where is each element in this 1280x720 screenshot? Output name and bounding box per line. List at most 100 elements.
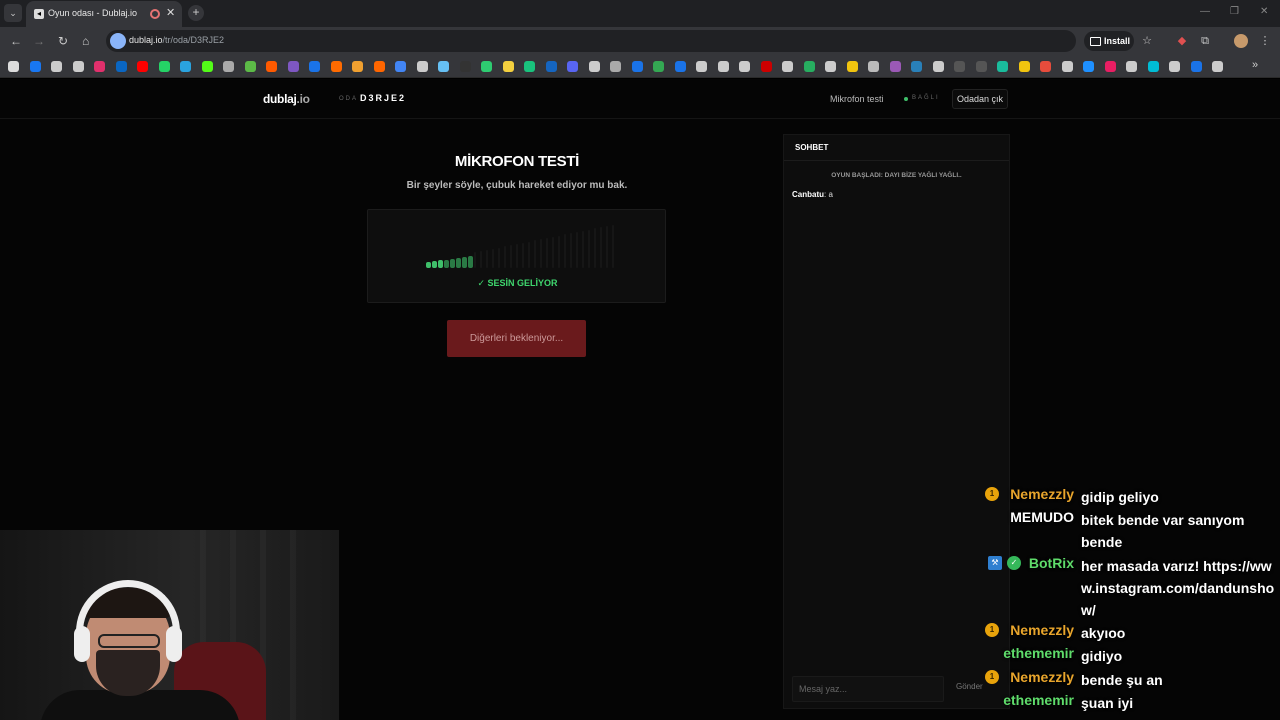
connection-dot-icon — [904, 97, 908, 101]
stream-chat-overlay: 1 Nemezzly gidip geliyo MEMUDO bitek ben… — [978, 484, 1278, 720]
stream-chat-user: ethememir — [1003, 645, 1074, 661]
minimize-icon[interactable]: — — [1200, 6, 1210, 17]
bookmark-star-icon[interactable]: ☆ — [1141, 35, 1153, 47]
forward-icon[interactable]: → — [33, 34, 45, 48]
system-message: OYUN BAŞLADI: DAYI BİZE YAĞLI YAĞLI.. — [831, 172, 962, 179]
level-bar — [492, 249, 494, 268]
bookmark-favicon-icon[interactable] — [1104, 61, 1116, 72]
bookmark-favicon-icon[interactable] — [287, 61, 299, 72]
profile-avatar[interactable] — [1234, 34, 1248, 48]
bookmark-favicon-icon[interactable] — [631, 61, 643, 72]
bookmark-favicon-icon[interactable] — [180, 61, 191, 72]
bookmark-favicon-icon[interactable] — [932, 61, 944, 72]
bookmark-favicon-icon[interactable] — [201, 61, 213, 72]
connection-status: BAĞLI — [912, 95, 940, 101]
bookmark-favicon-icon[interactable] — [588, 61, 600, 72]
bookmark-favicon-icon[interactable] — [395, 61, 406, 72]
level-bar — [456, 258, 461, 268]
voice-status: ✓ SESİN GELİYOR — [477, 278, 558, 288]
level-bar — [552, 237, 554, 268]
window-close-icon[interactable]: ✕ — [1260, 6, 1268, 17]
bookmark-favicon-icon[interactable] — [309, 61, 320, 72]
bookmark-favicon-icon[interactable] — [244, 61, 256, 72]
bookmark-favicon-icon[interactable] — [975, 61, 987, 72]
bookmark-favicon-icon[interactable] — [1212, 61, 1223, 72]
extension-icon[interactable]: ◆ — [1176, 35, 1188, 47]
bookmark-favicon-icon[interactable] — [1169, 61, 1180, 72]
bookmark-favicon-icon[interactable] — [846, 61, 858, 72]
bookmark-favicon-icon[interactable] — [1147, 61, 1159, 72]
menu-kebab-icon[interactable]: ⋮ — [1259, 35, 1271, 47]
bookmark-favicon-icon[interactable] — [115, 61, 127, 72]
bookmark-favicon-icon[interactable] — [1018, 61, 1030, 72]
bookmark-favicon-icon[interactable] — [610, 61, 621, 72]
level-bar — [510, 245, 512, 268]
bookmark-favicon-icon[interactable] — [954, 61, 965, 72]
room-label: ODA — [339, 96, 359, 102]
bookmark-favicon-icon[interactable] — [696, 61, 707, 72]
chat-input[interactable]: Mesaj yaz... — [792, 676, 944, 702]
bookmark-favicon-icon[interactable] — [137, 61, 148, 72]
bookmark-favicon-icon[interactable] — [1083, 61, 1094, 72]
bookmark-favicon-icon[interactable] — [29, 61, 41, 72]
site-logo[interactable]: dublaj.io — [263, 92, 310, 106]
bookmark-favicon-icon[interactable] — [567, 61, 578, 72]
leave-room-button[interactable]: Odadan çık — [952, 89, 1008, 109]
bookmark-favicon-icon[interactable] — [8, 61, 19, 72]
bookmark-favicon-icon[interactable] — [51, 61, 62, 72]
tab-search-icon[interactable]: ⌄ — [4, 4, 22, 22]
mic-test-link[interactable]: Mikrofon testi — [830, 94, 884, 104]
stream-chat-row: 1 Nemezzly bende şu an — [978, 667, 1278, 689]
bookmark-favicon-icon[interactable] — [911, 61, 922, 72]
level-bar — [606, 226, 608, 268]
bookmark-favicon-icon[interactable] — [524, 61, 535, 72]
address-bar[interactable]: dublaj.io/tr/oda/D3RJE2 — [106, 30, 1076, 52]
bookmark-favicon-icon[interactable] — [373, 61, 385, 72]
bookmark-favicon-icon[interactable] — [653, 61, 664, 72]
tab-close-icon[interactable]: ✕ — [166, 6, 175, 19]
bookmark-favicon-icon[interactable] — [158, 61, 170, 72]
bookmark-favicon-icon[interactable] — [803, 61, 815, 72]
site-header: dublaj.io ODA D3RJE2 Mikrofon testi BAĞL… — [0, 79, 1280, 119]
bookmark-favicon-icon[interactable] — [545, 61, 557, 72]
bookmark-favicon-icon[interactable] — [438, 61, 449, 72]
bookmark-favicon-icon[interactable] — [94, 61, 105, 72]
bookmark-favicon-icon[interactable] — [825, 61, 836, 72]
bookmark-favicon-icon[interactable] — [1040, 61, 1051, 72]
reload-icon[interactable]: ↻ — [58, 34, 68, 48]
waiting-button[interactable]: Diğerleri bekleniyor... — [447, 320, 586, 357]
extensions-puzzle-icon[interactable]: ⧉ — [1199, 35, 1211, 47]
bookmark-favicon-icon[interactable] — [72, 61, 84, 72]
site-info-icon[interactable] — [110, 33, 126, 49]
bookmark-favicon-icon[interactable] — [459, 61, 471, 72]
bookmark-favicon-icon[interactable] — [1190, 61, 1202, 72]
bookmark-favicon-icon[interactable] — [760, 61, 772, 72]
bookmark-favicon-icon[interactable] — [223, 61, 234, 72]
bookmark-favicon-icon[interactable] — [502, 61, 514, 72]
bookmarks-overflow-icon[interactable]: » — [1252, 59, 1258, 71]
restore-icon[interactable]: ❐ — [1230, 6, 1239, 17]
bookmark-favicon-icon[interactable] — [352, 61, 363, 72]
level-bars — [426, 224, 616, 268]
url-text[interactable]: dublaj.io/tr/oda/D3RJE2 — [129, 35, 224, 45]
home-icon[interactable]: ⌂ — [82, 34, 89, 48]
bookmark-favicon-icon[interactable] — [997, 61, 1008, 72]
tab-active[interactable]: ◂ Oyun odası - Dublaj.io ✕ — [26, 1, 182, 27]
stream-chat-user: Nemezzly — [1010, 622, 1074, 638]
level-bar — [528, 242, 530, 268]
bookmark-favicon-icon[interactable] — [1126, 61, 1137, 72]
bookmark-favicon-icon[interactable] — [481, 61, 492, 72]
bookmark-favicon-icon[interactable] — [674, 61, 686, 72]
bookmark-favicon-icon[interactable] — [717, 61, 729, 72]
bookmark-favicon-icon[interactable] — [266, 61, 277, 72]
bookmark-favicon-icon[interactable] — [889, 61, 901, 72]
bookmark-favicon-icon[interactable] — [416, 61, 428, 72]
install-button[interactable]: Install — [1084, 31, 1134, 51]
bookmark-favicon-icon[interactable] — [782, 61, 793, 72]
bookmark-favicon-icon[interactable] — [868, 61, 879, 72]
new-tab-button[interactable]: + — [188, 5, 204, 21]
bookmark-favicon-icon[interactable] — [739, 61, 750, 72]
bookmark-favicon-icon[interactable] — [330, 61, 342, 72]
back-icon[interactable]: ← — [10, 34, 22, 48]
bookmark-favicon-icon[interactable] — [1061, 61, 1073, 72]
